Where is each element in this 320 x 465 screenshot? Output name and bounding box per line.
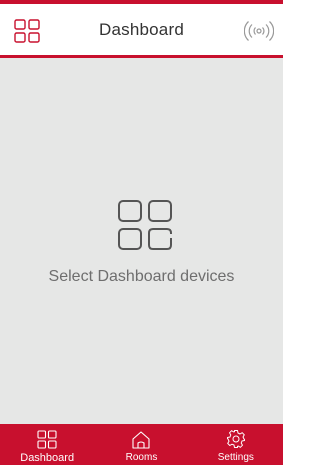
bottom-tab-bar: Dashboard Rooms Settings: [0, 424, 283, 465]
dashboard-grid-icon: [36, 428, 58, 450]
tab-label: Dashboard: [20, 452, 75, 464]
wireless-signal-icon: [244, 21, 274, 41]
dashboard-grid-icon: [118, 200, 172, 250]
menu-button[interactable]: [12, 17, 42, 45]
gear-icon: [225, 428, 247, 450]
connection-button[interactable]: [243, 17, 275, 45]
page-title: Dashboard: [99, 19, 184, 39]
grid-menu-icon: [14, 19, 40, 43]
dashboard-empty-area: Select Dashboard devices: [0, 58, 283, 424]
app-header: Dashboard: [0, 4, 283, 55]
empty-state-message: Select Dashboard devices: [48, 268, 235, 285]
house-icon: [130, 428, 152, 450]
tab-label: Settings: [217, 452, 254, 463]
tab-rooms[interactable]: Rooms: [94, 424, 188, 465]
tab-label: Rooms: [125, 452, 158, 463]
tab-settings[interactable]: Settings: [189, 424, 283, 465]
tab-dashboard[interactable]: Dashboard: [0, 424, 94, 465]
